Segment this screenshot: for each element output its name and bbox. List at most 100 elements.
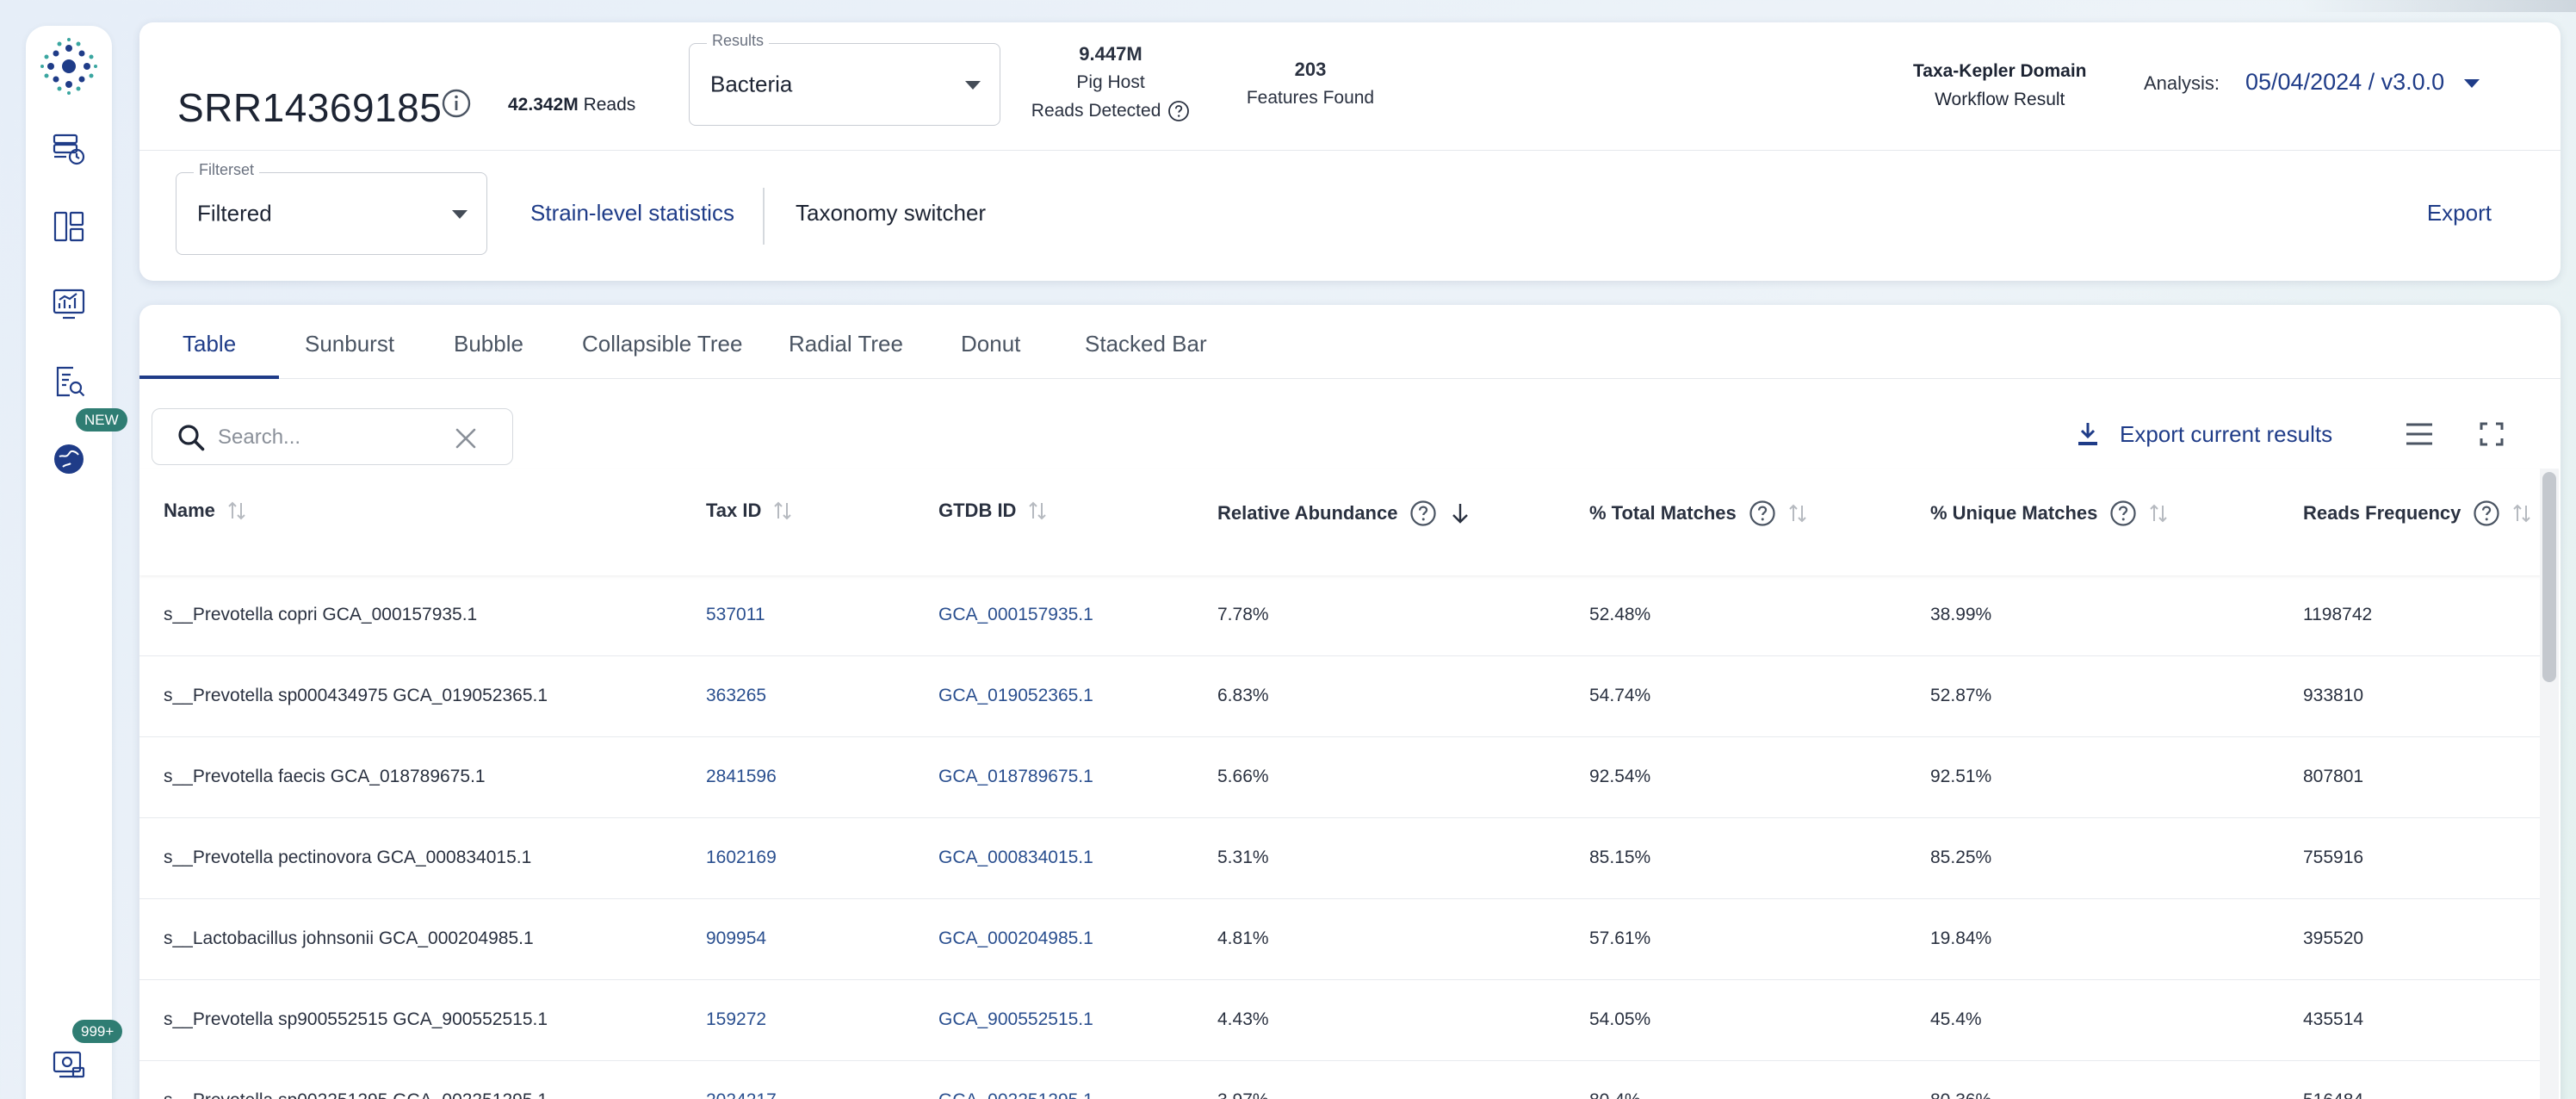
column-header-label: % Unique Matches	[1930, 502, 2098, 524]
tab-table[interactable]: Table	[183, 331, 236, 357]
tab-radial-tree[interactable]: Radial Tree	[789, 331, 903, 357]
help-icon[interactable]	[2109, 500, 2137, 527]
cell-tax-id-link[interactable]: 363265	[706, 686, 766, 706]
view-tabs: Table Sunburst Bubble Collapsible Tree R…	[139, 305, 2561, 379]
nav-analytics-button[interactable]	[49, 284, 89, 324]
cell-tax-id-link[interactable]: 2024217	[706, 1090, 777, 1099]
cell-gtdb-id-link[interactable]: GCA_018789675.1	[938, 767, 1093, 787]
cell-tax-id-link[interactable]: 2841596	[706, 767, 777, 787]
search-icon	[178, 425, 205, 451]
column-menu-icon[interactable]	[2402, 417, 2437, 451]
results-select[interactable]: Results Bacteria	[689, 32, 1000, 126]
cell-gtdb-id-link[interactable]: GCA_000204985.1	[938, 928, 1093, 949]
help-icon[interactable]	[2473, 500, 2500, 527]
search-box	[152, 408, 513, 465]
nav-reports-button[interactable]	[49, 362, 89, 401]
host-reads-stat: 9.447M Pig Host Reads Detected	[1025, 40, 1197, 125]
globe-icon	[54, 444, 84, 474]
report-search-icon	[56, 366, 85, 397]
help-icon[interactable]	[1749, 500, 1776, 527]
cell-unique-matches: 19.84%	[1930, 928, 1992, 948]
logo-icon[interactable]	[39, 36, 99, 96]
analysis-chevron-down-icon[interactable]	[2464, 79, 2480, 88]
export-current-results-button[interactable]: Export current results	[2075, 420, 2332, 448]
table-row[interactable]: s__Prevotella sp000434975 GCA_019052365.…	[139, 656, 2542, 737]
workflow-title: Taxa-Kepler Domain	[1913, 61, 2087, 81]
column-header-name[interactable]: Name	[164, 500, 246, 522]
cell-total-matches: 54.05%	[1589, 1009, 1651, 1029]
tab-stacked-bar[interactable]: Stacked Bar	[1085, 331, 1207, 357]
info-icon[interactable]	[439, 86, 474, 121]
cell-relative-abundance: 5.66%	[1217, 767, 1269, 786]
workflow-subtitle: Workflow Result	[1935, 90, 2065, 109]
cell-relative-abundance: 3.97%	[1217, 1090, 1269, 1099]
filterset-select[interactable]: Filterset Filtered	[176, 161, 487, 255]
cell-tax-id-link[interactable]: 1602169	[706, 848, 777, 868]
scrollbar-thumb[interactable]	[2542, 472, 2556, 682]
nav-database-button[interactable]	[49, 129, 89, 169]
database-icon	[53, 133, 85, 165]
total-reads-value: 42.342M	[508, 95, 579, 115]
analysis-label: Analysis:	[2144, 72, 2220, 94]
sample-header-card: SRR14369185 42.342M Reads Results Bacter…	[139, 22, 2561, 281]
table-scrollbar[interactable]	[2540, 469, 2559, 1099]
column-header-label: Relative Abundance	[1217, 502, 1398, 524]
total-reads-label: Reads	[583, 95, 636, 115]
cell-total-matches: 92.54%	[1589, 767, 1651, 786]
cell-tax-id-link[interactable]: 909954	[706, 928, 766, 949]
taxonomy-switcher-link[interactable]: Taxonomy switcher	[796, 200, 986, 227]
cell-tax-id-link[interactable]: 537011	[706, 605, 765, 625]
column-header-gtdb-id[interactable]: GTDB ID	[938, 500, 1047, 522]
table-row[interactable]: s__Prevotella sp900552515 GCA_900552515.…	[139, 980, 2542, 1061]
cell-unique-matches: 45.4%	[1930, 1009, 1982, 1029]
cell-gtdb-id-link[interactable]: GCA_019052365.1	[938, 686, 1093, 706]
cell-relative-abundance: 6.83%	[1217, 686, 1269, 705]
tab-sunburst[interactable]: Sunburst	[305, 331, 394, 357]
cell-gtdb-id-link[interactable]: GCA_002251295.1	[938, 1090, 1093, 1099]
storage-icon	[53, 1051, 85, 1078]
table-row[interactable]: s__Lactobacillus johnsonii GCA_000204985…	[139, 899, 2542, 980]
export-link[interactable]: Export	[2427, 200, 2492, 227]
strain-statistics-link[interactable]: Strain-level statistics	[530, 200, 734, 227]
cell-unique-matches: 85.25%	[1930, 848, 1992, 867]
cell-gtdb-id-link[interactable]: GCA_900552515.1	[938, 1009, 1093, 1030]
cell-reads-frequency: 516484	[2303, 1090, 2363, 1099]
cell-name: s__Prevotella sp002251295 GCA_002251295.…	[164, 1090, 548, 1099]
search-input[interactable]	[218, 421, 442, 454]
column-header-unique-matches[interactable]: % Unique Matches	[1930, 500, 2168, 527]
table-row[interactable]: s__Prevotella copri GCA_000157935.1 5370…	[139, 575, 2542, 656]
column-header-reads-frequency[interactable]: Reads Frequency	[2303, 500, 2531, 527]
host-reads-label-1: Pig Host	[1076, 72, 1145, 92]
tab-collapsible-tree[interactable]: Collapsible Tree	[582, 331, 742, 357]
analysis-version-select[interactable]: 05/04/2024 / v3.0.0	[2245, 69, 2444, 96]
column-header-relative-abundance[interactable]: Relative Abundance	[1217, 500, 1471, 527]
tab-donut[interactable]: Donut	[961, 331, 1020, 357]
cell-gtdb-id-link[interactable]: GCA_000157935.1	[938, 605, 1093, 625]
cell-total-matches: 80.4%	[1589, 1090, 1641, 1099]
features-value: 203	[1294, 59, 1327, 80]
sort-icon	[228, 501, 245, 520]
column-header-label: GTDB ID	[938, 500, 1017, 521]
cell-gtdb-id-link[interactable]: GCA_000834015.1	[938, 848, 1093, 868]
column-header-tax-id[interactable]: Tax ID	[706, 500, 792, 522]
help-icon[interactable]	[1167, 100, 1190, 122]
table-row[interactable]: s__Prevotella sp002251295 GCA_002251295.…	[139, 1061, 2542, 1099]
cell-unique-matches: 52.87%	[1930, 686, 1992, 705]
cell-reads-frequency: 755916	[2303, 848, 2364, 867]
host-reads-label-2: Reads Detected	[1031, 101, 1161, 121]
cell-name: s__Prevotella sp000434975 GCA_019052365.…	[164, 686, 548, 705]
nav-storage-button[interactable]	[49, 1046, 89, 1085]
nav-dashboard-button[interactable]	[49, 207, 89, 246]
column-header-total-matches[interactable]: % Total Matches	[1589, 500, 1807, 527]
table-row[interactable]: s__Prevotella faecis GCA_018789675.1 284…	[139, 737, 2542, 818]
close-icon[interactable]	[454, 426, 478, 450]
fullscreen-icon[interactable]	[2474, 417, 2509, 451]
nav-explore-button[interactable]	[49, 439, 89, 479]
download-icon	[2078, 423, 2097, 445]
tab-bubble[interactable]: Bubble	[454, 331, 523, 357]
table-row[interactable]: s__Prevotella pectinovora GCA_000834015.…	[139, 818, 2542, 899]
help-icon[interactable]	[1409, 500, 1437, 527]
cell-tax-id-link[interactable]: 159272	[706, 1009, 766, 1030]
toolbar-divider	[763, 188, 765, 245]
cell-name: s__Prevotella sp900552515 GCA_900552515.…	[164, 1009, 548, 1029]
